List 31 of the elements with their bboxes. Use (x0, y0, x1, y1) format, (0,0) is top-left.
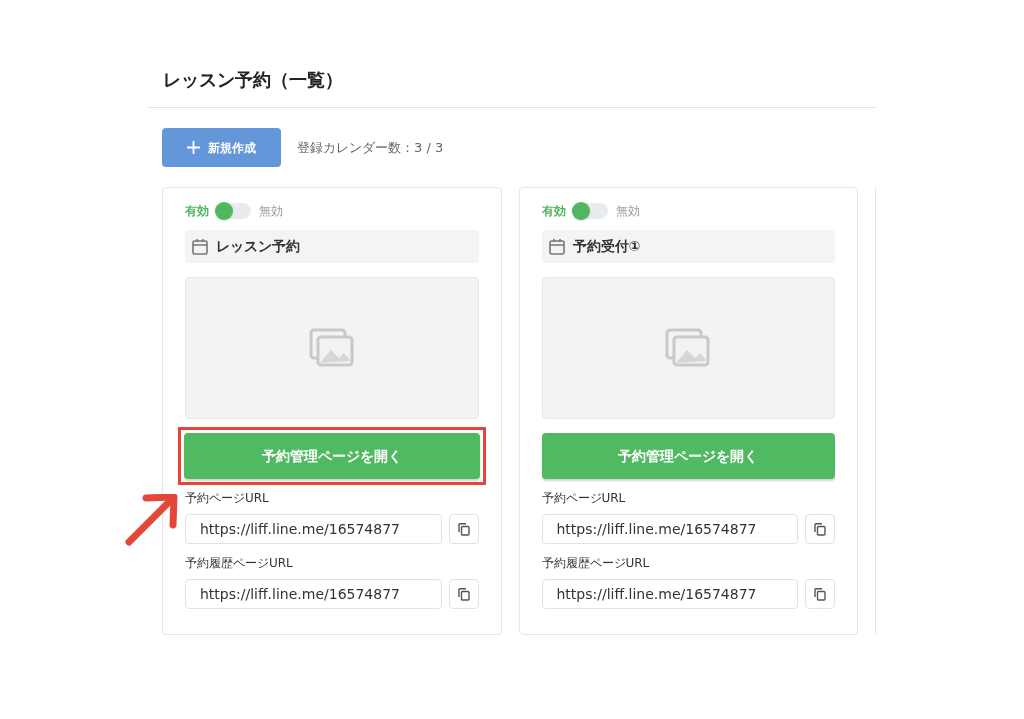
disabled-label: 無効 (615, 203, 640, 220)
url-field[interactable]: https://liff.line.me/16574877 (185, 514, 442, 544)
copy-button[interactable] (805, 579, 835, 609)
enabled-label: 有効 (541, 203, 566, 220)
url-label: 予約ページURL (185, 490, 270, 507)
disabled-label: 無効 (259, 203, 283, 220)
url-label: 予約履歴ページURL (541, 555, 651, 572)
copy-icon (814, 522, 826, 536)
toggle-switch[interactable] (573, 203, 608, 219)
url-label: 予約ページURL (541, 490, 627, 507)
image-placeholder-icon (665, 328, 712, 368)
copy-button[interactable] (448, 579, 479, 609)
calendar-name: 予約受付① (572, 237, 641, 256)
copy-button[interactable] (448, 514, 479, 544)
url-label: 予約履歴ページURL (185, 555, 294, 572)
calendar-icon (192, 238, 208, 255)
url-field[interactable]: https://liff.line.me/16574877 (541, 514, 798, 544)
plus-icon (187, 141, 200, 154)
copy-icon (814, 587, 826, 601)
calendar-name: レッスン予約 (216, 237, 300, 256)
toggle-switch[interactable] (217, 203, 251, 219)
calendar-count: 登録カレンダー数：3 / 3 (297, 138, 444, 157)
calendar-icon (548, 238, 565, 255)
enabled-label: 有効 (185, 203, 209, 220)
page-title: レッスン予約（一覧） (162, 68, 344, 92)
copy-button[interactable] (805, 514, 835, 544)
copy-icon (457, 587, 470, 601)
url-field[interactable]: https://liff.line.me/16574877 (541, 579, 798, 609)
url-field[interactable]: https://liff.line.me/16574877 (185, 579, 442, 609)
copy-icon (457, 522, 470, 536)
image-placeholder-icon (308, 328, 355, 368)
